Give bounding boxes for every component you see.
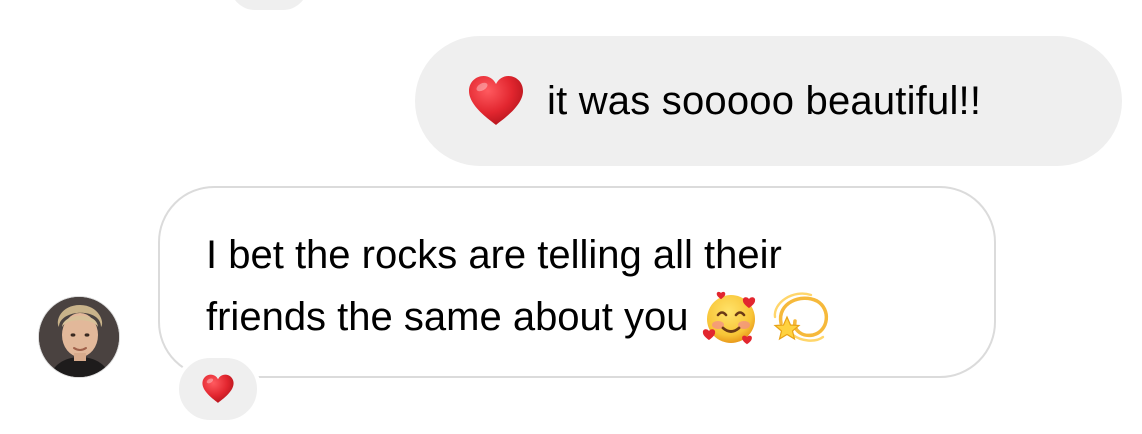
dizzy-star-icon (772, 292, 828, 342)
incoming-message-line-2: friends the same about you (206, 295, 689, 339)
incoming-message-line-1: I bet the rocks are telling all their (206, 233, 782, 277)
message-reaction[interactable] (175, 354, 261, 424)
incoming-message-line-2-row: friends the same about you (206, 286, 954, 348)
incoming-message-bubble[interactable]: I bet the rocks are telling all their fr… (158, 186, 996, 378)
outgoing-message-bubble[interactable]: it was sooooo beautiful!! (415, 36, 1122, 166)
previous-message-bubble[interactable] (230, 0, 308, 10)
red-heart-icon (202, 374, 234, 403)
red-heart-icon (469, 76, 523, 125)
smiling-face-with-hearts-icon (702, 291, 755, 345)
chat-thread: it was sooooo beautiful!! I bet the rock… (0, 0, 1142, 434)
avatar-photo (39, 297, 119, 377)
contact-avatar[interactable] (38, 296, 120, 378)
outgoing-message-text: it was sooooo beautiful!! (547, 78, 982, 123)
